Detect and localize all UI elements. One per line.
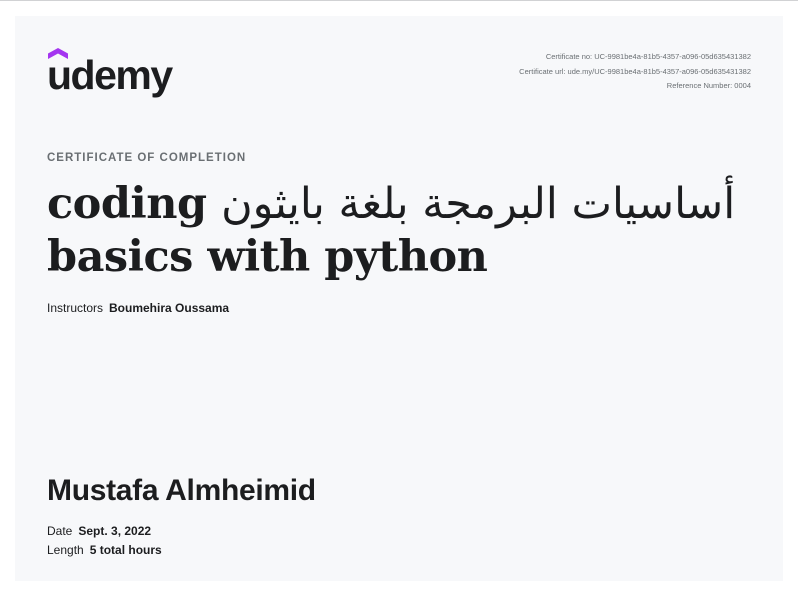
- udemy-logo-text: udemy: [47, 52, 173, 98]
- length-value: 5 total hours: [89, 543, 162, 557]
- instructor-name[interactable]: Boumehira Oussama: [109, 301, 229, 315]
- course-title-latin-2: basics with python: [47, 232, 488, 282]
- instructors: Instructors Boumehira Oussama: [47, 301, 229, 315]
- reference-number: Reference Number: 0004: [666, 81, 751, 90]
- certificate-meta: Certificate no: UC-9981be4a-81b5-4357-a0…: [519, 50, 751, 94]
- certificate: udemy Certificate no: UC-9981be4a-81b5-4…: [15, 16, 783, 581]
- certificate-number: Certificate no: UC-9981be4a-81b5-4357-a0…: [545, 52, 751, 61]
- length-row: Length 5 total hours: [47, 543, 162, 557]
- course-title-latin-1: coding: [47, 179, 207, 229]
- date-value: Sept. 3, 2022: [78, 524, 152, 538]
- date-label: Date: [47, 524, 73, 538]
- date-row: Date Sept. 3, 2022: [47, 524, 151, 538]
- top-border: [0, 0, 798, 1]
- udemy-logo: udemy: [47, 47, 179, 99]
- length-label: Length: [47, 543, 84, 557]
- instructors-label: Instructors: [47, 301, 104, 315]
- course-title: coding أساسيات البرمجة بلغة بايثون basic…: [47, 178, 767, 284]
- course-title-arabic: أساسيات البرمجة بلغة بايثون: [221, 179, 736, 229]
- certificate-url[interactable]: Certificate url: ude.my/UC-9981be4a-81b5…: [519, 65, 751, 80]
- student-name: Mustafa Almheimid: [47, 474, 316, 507]
- completion-label: CERTIFICATE OF COMPLETION: [47, 152, 247, 164]
